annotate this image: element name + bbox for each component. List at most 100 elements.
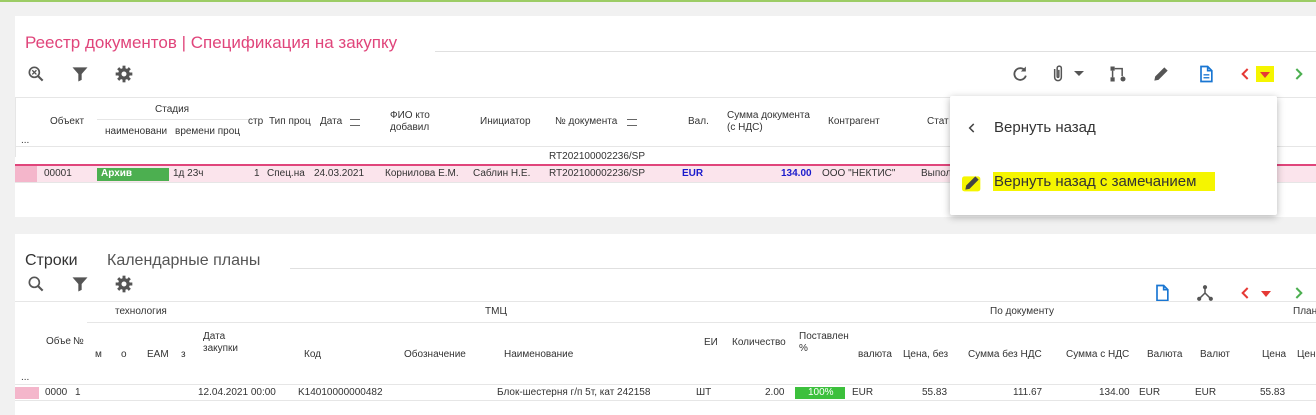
col-currency-3[interactable]: Валют [1200, 349, 1230, 361]
cell-obj: 00001 [44, 168, 72, 179]
group-row-label: RT202100002236/SP [549, 151, 646, 162]
cell-name: Блок-шестерня г/п 5т, кат 242158 [497, 387, 651, 398]
gear-icon[interactable] [113, 63, 135, 85]
col-sum-no-vat[interactable]: Сумма без НДС [968, 349, 1042, 361]
col-price-no-vat[interactable]: Цена, без [903, 349, 948, 361]
tab-lines[interactable]: Строки [25, 252, 78, 270]
cell-currency: EUR [682, 168, 704, 179]
menu-item-return[interactable]: Вернуть назад [950, 108, 1277, 148]
cell-initiator: Саблин Н.Е. [473, 168, 531, 179]
sort-icon[interactable] [627, 119, 637, 126]
cell-no: 1 [75, 387, 81, 398]
cell-sum: 134.00 [781, 168, 812, 179]
search-icon[interactable] [25, 273, 47, 295]
pencil-icon[interactable] [1150, 63, 1172, 85]
lines-panel: Строки Календарные планы технология ТМЦ … [15, 234, 1316, 415]
col-status[interactable]: Стат [927, 116, 949, 128]
col-price-2[interactable]: Цена [1262, 349, 1286, 361]
document-icon[interactable] [1195, 63, 1217, 85]
cell-str: 1 [254, 168, 260, 179]
col-str[interactable]: стр [248, 116, 263, 128]
dropdown-arrow-icon[interactable] [1261, 291, 1271, 297]
cell-delivered: 100% [808, 387, 834, 398]
zoom-search-icon[interactable] [25, 63, 47, 85]
next-icon[interactable] [1287, 63, 1309, 85]
filter-icon[interactable] [69, 273, 91, 295]
col-stage-name[interactable]: наименовани [105, 126, 173, 138]
col-initiator[interactable]: Инициатор [480, 116, 531, 128]
col-obj[interactable]: Объе [46, 336, 71, 348]
cell-docnum: RT202100002236/SP [549, 168, 646, 179]
return-menu: Вернуть назад Вернуть назад с замечанием [950, 96, 1277, 215]
top-accent-line [0, 0, 1316, 2]
refresh-icon[interactable] [1009, 63, 1031, 85]
cell-type: Спец.на [267, 168, 305, 179]
cell-price-2: 55.83 [1260, 387, 1286, 398]
cell-time: 1д 23ч [173, 168, 204, 179]
workflow-icon[interactable] [1107, 63, 1129, 85]
tab-calendar-plans[interactable]: Календарные планы [107, 252, 260, 270]
cell-date: 12.04.2021 00:00 [198, 387, 276, 398]
cell-fio: Корнилова Е.М. [385, 168, 459, 179]
cell-status: Выпол [921, 168, 951, 179]
cell-code: K14010000000482 [298, 387, 383, 398]
cell-currency: EUR [852, 387, 874, 398]
cell-obj: 0000 [45, 387, 68, 398]
col-designation[interactable]: Обозначение [404, 349, 466, 361]
more-dots[interactable]: ... [21, 372, 29, 384]
cell-currency-2: EUR [1139, 387, 1161, 398]
menu-item-label: Вернуть назад с замечанием [994, 173, 1197, 190]
col-delivered[interactable]: Поставлен % [799, 331, 849, 357]
col-eam[interactable]: EAM [147, 349, 169, 361]
col-no[interactable]: № [73, 336, 84, 348]
prev-icon[interactable] [1235, 63, 1257, 85]
pencil-icon [962, 173, 982, 198]
col-group-bydoc: По документу [990, 306, 1054, 317]
col-currency[interactable]: валюта [858, 349, 892, 361]
col-fio[interactable]: ФИО кто добавил [390, 110, 450, 134]
col-stage[interactable]: Стадия [155, 104, 189, 116]
chevron-left-icon [965, 121, 979, 140]
filter-icon[interactable] [69, 63, 91, 85]
col-quantity[interactable]: Количество [732, 337, 786, 349]
cell-sum-with-vat: 134.00 [1099, 387, 1130, 398]
col-date[interactable]: Дата [320, 116, 342, 128]
col-type[interactable]: Тип проц [269, 116, 317, 128]
col-z[interactable]: з [181, 349, 186, 361]
cell-currency-3: EUR [1195, 387, 1217, 398]
cell-date: 24.03.2021 [314, 168, 365, 179]
col-docnum[interactable]: № документа [555, 116, 617, 128]
menu-item-label: Вернуть назад [994, 119, 1096, 136]
col-sum-with-vat[interactable]: Сумма с НДС [1066, 349, 1129, 361]
col-group-plan: План [1293, 306, 1316, 317]
paperclip-icon[interactable] [1047, 63, 1069, 85]
col-price-3[interactable]: Цен [1297, 349, 1315, 361]
cell-quantity: 2.00 [765, 387, 785, 398]
col-stage-time[interactable]: времени проц [175, 126, 243, 138]
col-group-tech: технология [115, 306, 167, 317]
chevron-down-icon[interactable] [1074, 71, 1084, 76]
col-o[interactable]: о [121, 349, 127, 361]
col-obj[interactable]: Объект [50, 116, 84, 128]
sort-icon[interactable] [350, 119, 360, 126]
col-code[interactable]: Код [304, 349, 321, 361]
col-currency[interactable]: Вал. [688, 116, 709, 128]
cell-ei: ШТ [696, 387, 712, 398]
col-currency-2[interactable]: Валюта [1147, 349, 1182, 361]
col-ei[interactable]: ЕИ [704, 337, 718, 349]
menu-item-return-with-remark[interactable]: Вернуть назад с замечанием [950, 162, 1277, 202]
col-name[interactable]: Наименование [504, 349, 573, 361]
gear-icon[interactable] [113, 273, 135, 295]
col-group-tmc: ТМЦ [485, 306, 507, 317]
page-title: Реестр документов | Спецификация на заку… [25, 33, 398, 52]
cell-stage: Архив [101, 168, 133, 179]
cell-price: 55.83 [922, 387, 948, 398]
col-sum[interactable]: Сумма документа (с НДС) [727, 110, 817, 134]
delivered-bar-track: 100% [795, 387, 845, 399]
cell-sum-no-vat: 111.67 [1013, 387, 1043, 398]
dropdown-arrow-icon[interactable] [1260, 72, 1270, 78]
col-purchase-date[interactable]: Дата закупки [203, 331, 253, 355]
cell-contractor: ООО "НЕКТИС" [822, 168, 896, 179]
col-contractor[interactable]: Контрагент [828, 116, 880, 128]
col-m[interactable]: м [95, 349, 102, 361]
